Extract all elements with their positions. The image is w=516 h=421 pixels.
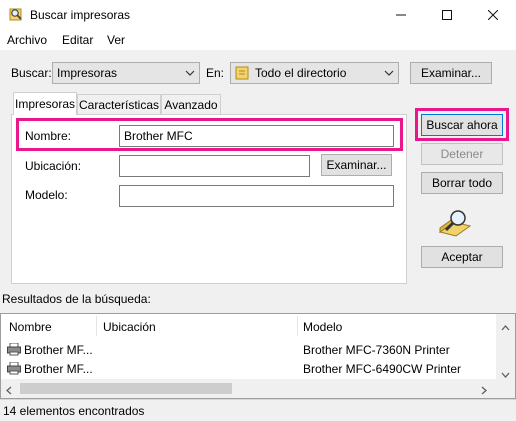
column-divider[interactable]	[297, 316, 298, 336]
minimize-icon	[396, 14, 406, 16]
buscar-select-value: Impresoras	[57, 66, 118, 80]
maximize-icon	[442, 10, 452, 20]
window-title: Buscar impresoras	[30, 8, 131, 22]
column-nombre[interactable]: Nombre	[9, 320, 52, 334]
vertical-scrollbar[interactable]	[496, 314, 515, 398]
modelo-label: Modelo:	[25, 188, 68, 202]
column-ubicacion[interactable]: Ubicación	[103, 320, 156, 334]
scroll-up-icon[interactable]	[501, 320, 510, 334]
ubicacion-field[interactable]	[119, 155, 310, 177]
ubicacion-label: Ubicación:	[25, 159, 82, 173]
detener-button[interactable]: Detener	[421, 143, 503, 165]
en-select[interactable]: Todo el directorio	[230, 62, 399, 84]
tab-caracteristicas[interactable]: Características	[77, 94, 161, 114]
printer-icon	[7, 361, 21, 375]
column-divider[interactable]	[96, 316, 97, 336]
buscar-ahora-button[interactable]: Buscar ahora	[421, 114, 503, 136]
modelo-field[interactable]	[119, 185, 394, 207]
examinar-button[interactable]: Examinar...	[410, 62, 492, 84]
borrar-todo-button[interactable]: Borrar todo	[421, 172, 503, 194]
row-name: Brother MF...	[24, 343, 93, 357]
close-button[interactable]	[470, 0, 516, 30]
menu-archivo[interactable]: Archivo	[7, 33, 47, 47]
column-modelo[interactable]: Modelo	[303, 320, 342, 334]
menu-ver[interactable]: Ver	[107, 33, 125, 47]
buscar-select[interactable]: Impresoras	[52, 62, 200, 84]
magnifier-search-icon	[436, 208, 472, 238]
printer-search-icon	[8, 6, 24, 22]
menu-editar[interactable]: Editar	[62, 33, 93, 47]
chevron-down-icon	[181, 70, 199, 76]
scroll-left-icon[interactable]	[6, 384, 12, 398]
tab-avanzado[interactable]: Avanzado	[161, 94, 221, 114]
row-model: Brother MFC-6490CW Printer	[303, 362, 462, 376]
tab-impresoras[interactable]: Impresoras	[13, 92, 77, 115]
horizontal-scrollbar[interactable]	[1, 379, 496, 398]
maximize-button[interactable]	[424, 0, 470, 30]
close-icon	[488, 10, 498, 20]
buscar-label: Buscar:	[11, 66, 52, 80]
results-label: Resultados de la búsqueda:	[2, 292, 151, 306]
chevron-down-icon	[380, 70, 398, 76]
directory-icon	[235, 66, 249, 80]
nombre-field[interactable]: Brother MFC	[119, 125, 394, 147]
scroll-down-icon[interactable]	[501, 367, 510, 381]
status-text: 14 elementos encontrados	[3, 404, 145, 418]
minimize-button[interactable]	[378, 0, 424, 30]
aceptar-button[interactable]: Aceptar	[421, 246, 503, 268]
en-label: En:	[206, 66, 225, 80]
en-select-value: Todo el directorio	[255, 66, 347, 80]
row-model: Brother MFC-7360N Printer	[303, 343, 450, 357]
nombre-label: Nombre:	[25, 129, 72, 143]
row-name: Brother MF...	[24, 362, 93, 376]
scroll-thumb[interactable]	[20, 383, 232, 394]
scroll-right-icon[interactable]	[481, 384, 487, 398]
printer-icon	[7, 342, 21, 356]
ubicacion-examinar-button[interactable]: Examinar...	[321, 154, 392, 176]
